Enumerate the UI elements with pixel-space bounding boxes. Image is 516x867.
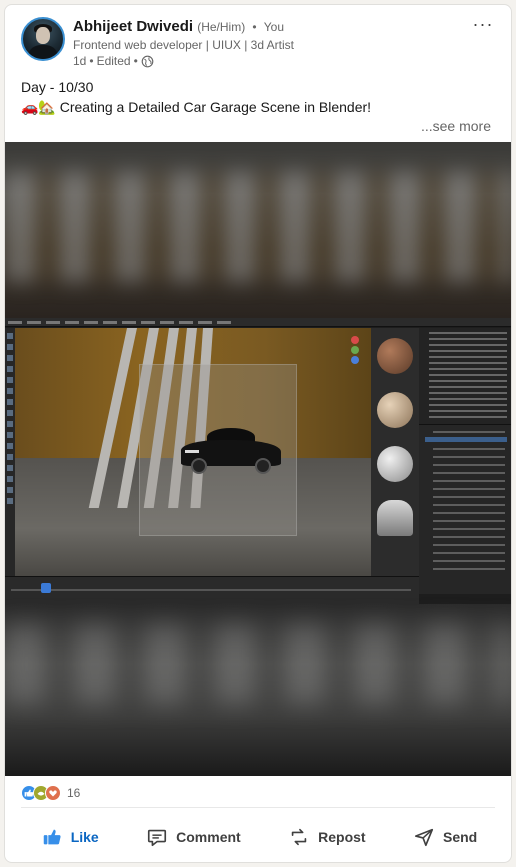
send-button[interactable]: Send [405,817,485,857]
reaction-count[interactable]: 16 [67,786,80,800]
repost-button[interactable]: Repost [280,817,373,857]
blender-outliner [419,328,511,424]
thumbs-up-icon [43,829,61,845]
blender-viewport [15,328,371,576]
social-divider [21,807,495,808]
comment-button[interactable]: Comment [138,817,249,857]
social-actions-bar: Like Comment Repost Send [5,817,511,857]
repost-label: Repost [318,829,366,845]
blender-screenshot [5,318,511,604]
blender-menu-bar [5,318,511,327]
send-icon [414,828,434,847]
like-label: Like [70,829,99,845]
like-button[interactable]: Like [33,817,107,857]
author-relation: You [263,20,284,34]
separator-dot: • [133,54,138,68]
blender-properties [419,424,511,594]
globe-icon [141,55,154,68]
post-timestamp: 1d • Edited • [73,53,455,69]
more-options-icon[interactable]: ··· [471,15,495,37]
reactions-summary[interactable]: 16 [21,783,80,803]
edited-label: Edited [96,54,131,68]
blender-timeline [5,576,419,604]
navigation-gizmo [347,334,363,378]
author-name[interactable]: Abhijeet Dwivedi [73,18,193,35]
material-preview-panel [371,328,419,576]
car-model [181,426,281,474]
repost-icon [291,828,307,846]
author-pronouns: (He/Him) [197,20,246,34]
separator-dot: • [252,20,257,34]
post-time: 1d [73,54,87,68]
comment-icon [148,829,167,847]
author-avatar[interactable] [21,17,65,61]
comment-label: Comment [176,829,241,845]
post-header: Abhijeet Dwivedi (He/Him) • You Frontend… [21,15,495,73]
author-name-line: Abhijeet Dwivedi (He/Him) • You [73,17,455,37]
author-headline: Frontend web developer | UIUX | 3d Artis… [73,38,295,52]
see-more-link[interactable]: ...see more [421,118,491,134]
image-blur-background-bottom [5,604,511,776]
post-line-1: Day - 10/30 [21,79,94,95]
post-body: Day - 10/30 🚗🏡 Creating a Detailed Car G… [21,77,495,117]
blender-toolbar [5,328,15,576]
post-image[interactable] [5,142,511,776]
separator-dot: • [89,54,94,68]
image-blur-background-top [5,142,511,318]
author-meta: Abhijeet Dwivedi (He/Him) • You Frontend… [73,17,455,69]
love-icon [45,785,61,801]
feed-post-card: Abhijeet Dwivedi (He/Him) • You Frontend… [4,4,512,863]
post-line-2: 🚗🏡 Creating a Detailed Car Garage Scene … [21,99,372,115]
send-label: Send [443,829,478,845]
